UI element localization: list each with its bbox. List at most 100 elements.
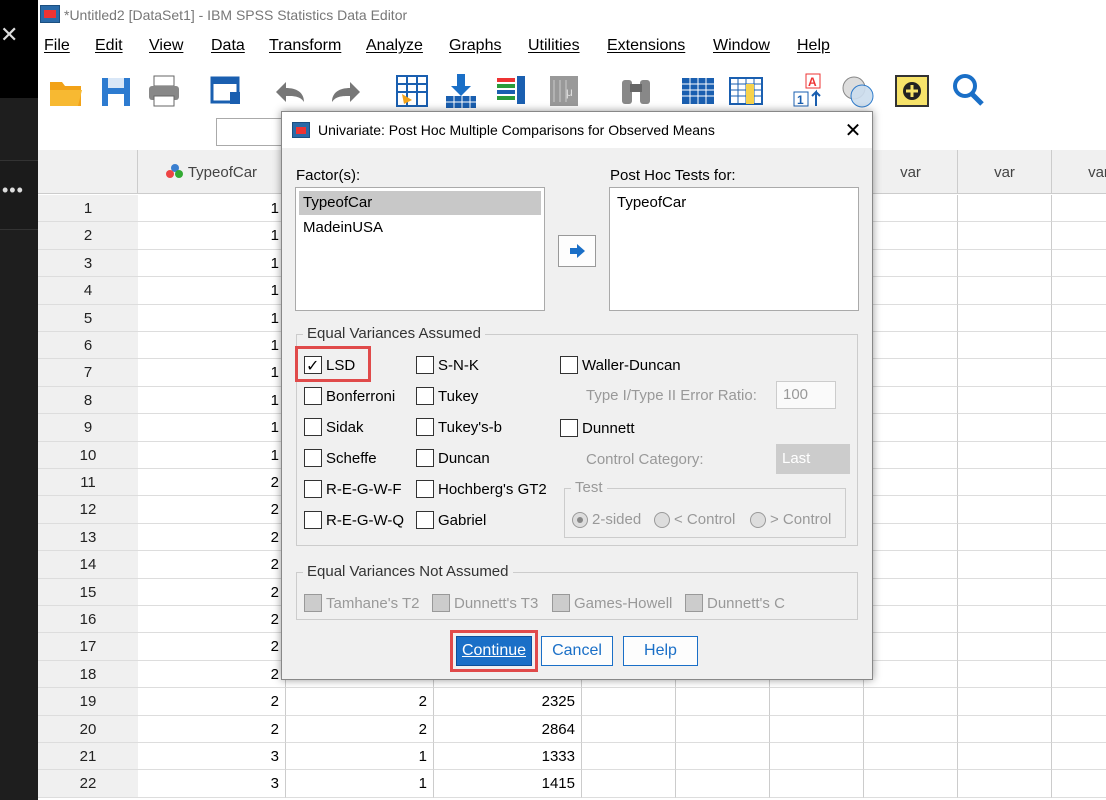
table-cell[interactable] <box>958 743 1052 771</box>
table-cell[interactable] <box>864 195 958 223</box>
table-cell[interactable]: 2 <box>138 715 286 743</box>
table-cell[interactable] <box>1052 469 1106 497</box>
checkbox-box[interactable] <box>416 511 434 529</box>
row-header[interactable]: 15 <box>38 578 138 606</box>
table-cell[interactable] <box>958 195 1052 223</box>
column-header[interactable]: var <box>1052 150 1106 194</box>
table-cell[interactable] <box>1052 386 1106 415</box>
split-file-icon[interactable]: A1 <box>792 70 828 110</box>
table-cell[interactable]: 3 <box>138 743 286 771</box>
table-cell[interactable] <box>958 469 1052 497</box>
s-n-k-checkbox[interactable]: S-N-K <box>416 354 479 376</box>
use-variable-sets-icon[interactable] <box>894 70 930 110</box>
row-header[interactable]: 7 <box>38 359 138 387</box>
recall-dialog-icon[interactable] <box>208 70 244 110</box>
table-cell[interactable] <box>958 222 1052 250</box>
print-icon[interactable] <box>146 70 182 110</box>
menu-analyze[interactable]: Analyze <box>366 37 423 55</box>
table-cell[interactable] <box>582 770 676 798</box>
table-cell[interactable]: 1 <box>138 441 286 469</box>
run-descriptives-icon[interactable]: μ <box>546 70 582 110</box>
table-cell[interactable] <box>864 660 958 689</box>
table-cell[interactable] <box>864 441 958 469</box>
menu-window[interactable]: Window <box>713 37 770 55</box>
table-cell[interactable] <box>864 386 958 415</box>
table-cell[interactable]: 3 <box>138 770 286 798</box>
table-cell[interactable] <box>958 359 1052 387</box>
row-header[interactable]: 11 <box>38 469 138 497</box>
table-cell[interactable] <box>676 715 770 743</box>
table-cell[interactable] <box>864 277 958 305</box>
table-cell[interactable]: 1 <box>138 222 286 250</box>
row-header[interactable]: 20 <box>38 715 138 743</box>
table-cell[interactable] <box>770 715 864 743</box>
checkbox-box[interactable] <box>416 418 434 436</box>
help-button[interactable]: Help <box>623 636 698 666</box>
close-dialog-icon[interactable]: ✕ <box>842 118 864 143</box>
table-cell[interactable] <box>864 688 958 716</box>
row-header[interactable]: 5 <box>38 304 138 332</box>
row-header[interactable]: 16 <box>38 606 138 634</box>
games-howell-checkbox[interactable]: Games-Howell <box>552 592 672 614</box>
table-cell[interactable] <box>958 414 1052 442</box>
table-cell[interactable] <box>1052 715 1106 743</box>
table-cell[interactable] <box>958 496 1052 524</box>
table-cell[interactable] <box>582 743 676 771</box>
column-header[interactable]: var <box>864 150 958 194</box>
table-cell[interactable] <box>864 304 958 332</box>
row-header[interactable]: 18 <box>38 660 138 689</box>
r-e-g-w-q-checkbox[interactable]: R-E-G-W-Q <box>304 509 404 531</box>
table-cell[interactable] <box>958 551 1052 579</box>
checkbox-box[interactable] <box>304 418 322 436</box>
menu-file[interactable]: File <box>44 37 70 55</box>
table-cell[interactable]: 1 <box>138 304 286 332</box>
duncan-checkbox[interactable]: Duncan <box>416 447 490 469</box>
table-cell[interactable] <box>582 688 676 716</box>
table-cell[interactable] <box>1052 222 1106 250</box>
list-item[interactable]: TypeofCar <box>299 191 541 215</box>
table-cell[interactable] <box>864 359 958 387</box>
table-cell[interactable]: 2 <box>138 688 286 716</box>
dunnett-t3-checkbox[interactable]: Dunnett's T3 <box>432 592 538 614</box>
table-cell[interactable] <box>1052 770 1106 798</box>
table-cell[interactable] <box>1052 660 1106 689</box>
table-cell[interactable] <box>864 469 958 497</box>
row-header[interactable]: 1 <box>38 195 138 223</box>
list-item[interactable]: MadeinUSA <box>299 216 383 240</box>
dunnett-c-checkbox[interactable]: Dunnett's C <box>685 592 785 614</box>
menu-help[interactable]: Help <box>797 37 830 55</box>
open-folder-icon[interactable] <box>48 70 84 110</box>
table-cell[interactable]: 2 <box>138 578 286 606</box>
table-cell[interactable] <box>864 770 958 798</box>
column-header[interactable]: TypeofCar <box>138 150 286 194</box>
menu-extensions[interactable]: Extensions <box>607 37 685 55</box>
checkbox-box[interactable] <box>304 480 322 498</box>
table-cell[interactable] <box>864 633 958 661</box>
table-cell[interactable] <box>1052 606 1106 634</box>
value-labels-icon[interactable] <box>840 70 876 110</box>
dunnett-checkbox[interactable]: Dunnett <box>560 417 635 439</box>
table-cell[interactable] <box>1052 249 1106 278</box>
table-cell[interactable] <box>1052 441 1106 469</box>
table-cell[interactable] <box>958 249 1052 278</box>
save-icon[interactable] <box>98 70 134 110</box>
table-cell[interactable] <box>958 441 1052 469</box>
row-header[interactable]: 4 <box>38 277 138 305</box>
table-cell[interactable] <box>770 688 864 716</box>
table-cell[interactable]: 2 <box>286 688 434 716</box>
table-cell[interactable]: 1 <box>138 195 286 223</box>
move-right-button[interactable] <box>558 235 596 267</box>
row-header[interactable]: 14 <box>38 551 138 579</box>
two-sided-radio[interactable]: 2-sided <box>572 511 641 528</box>
list-item[interactable]: TypeofCar <box>613 191 686 215</box>
tukey-s-b-checkbox[interactable]: Tukey's-b <box>416 416 502 438</box>
menu-data[interactable]: Data <box>211 37 245 55</box>
table-cell[interactable]: 1 <box>138 332 286 360</box>
checkbox-box[interactable] <box>416 449 434 467</box>
table-cell[interactable]: 2325 <box>434 688 582 716</box>
insert-cases-icon[interactable] <box>680 70 716 110</box>
table-cell[interactable] <box>958 523 1052 552</box>
table-cell[interactable]: 1 <box>138 277 286 305</box>
checkbox-box[interactable] <box>416 387 434 405</box>
table-cell[interactable]: 2 <box>286 715 434 743</box>
